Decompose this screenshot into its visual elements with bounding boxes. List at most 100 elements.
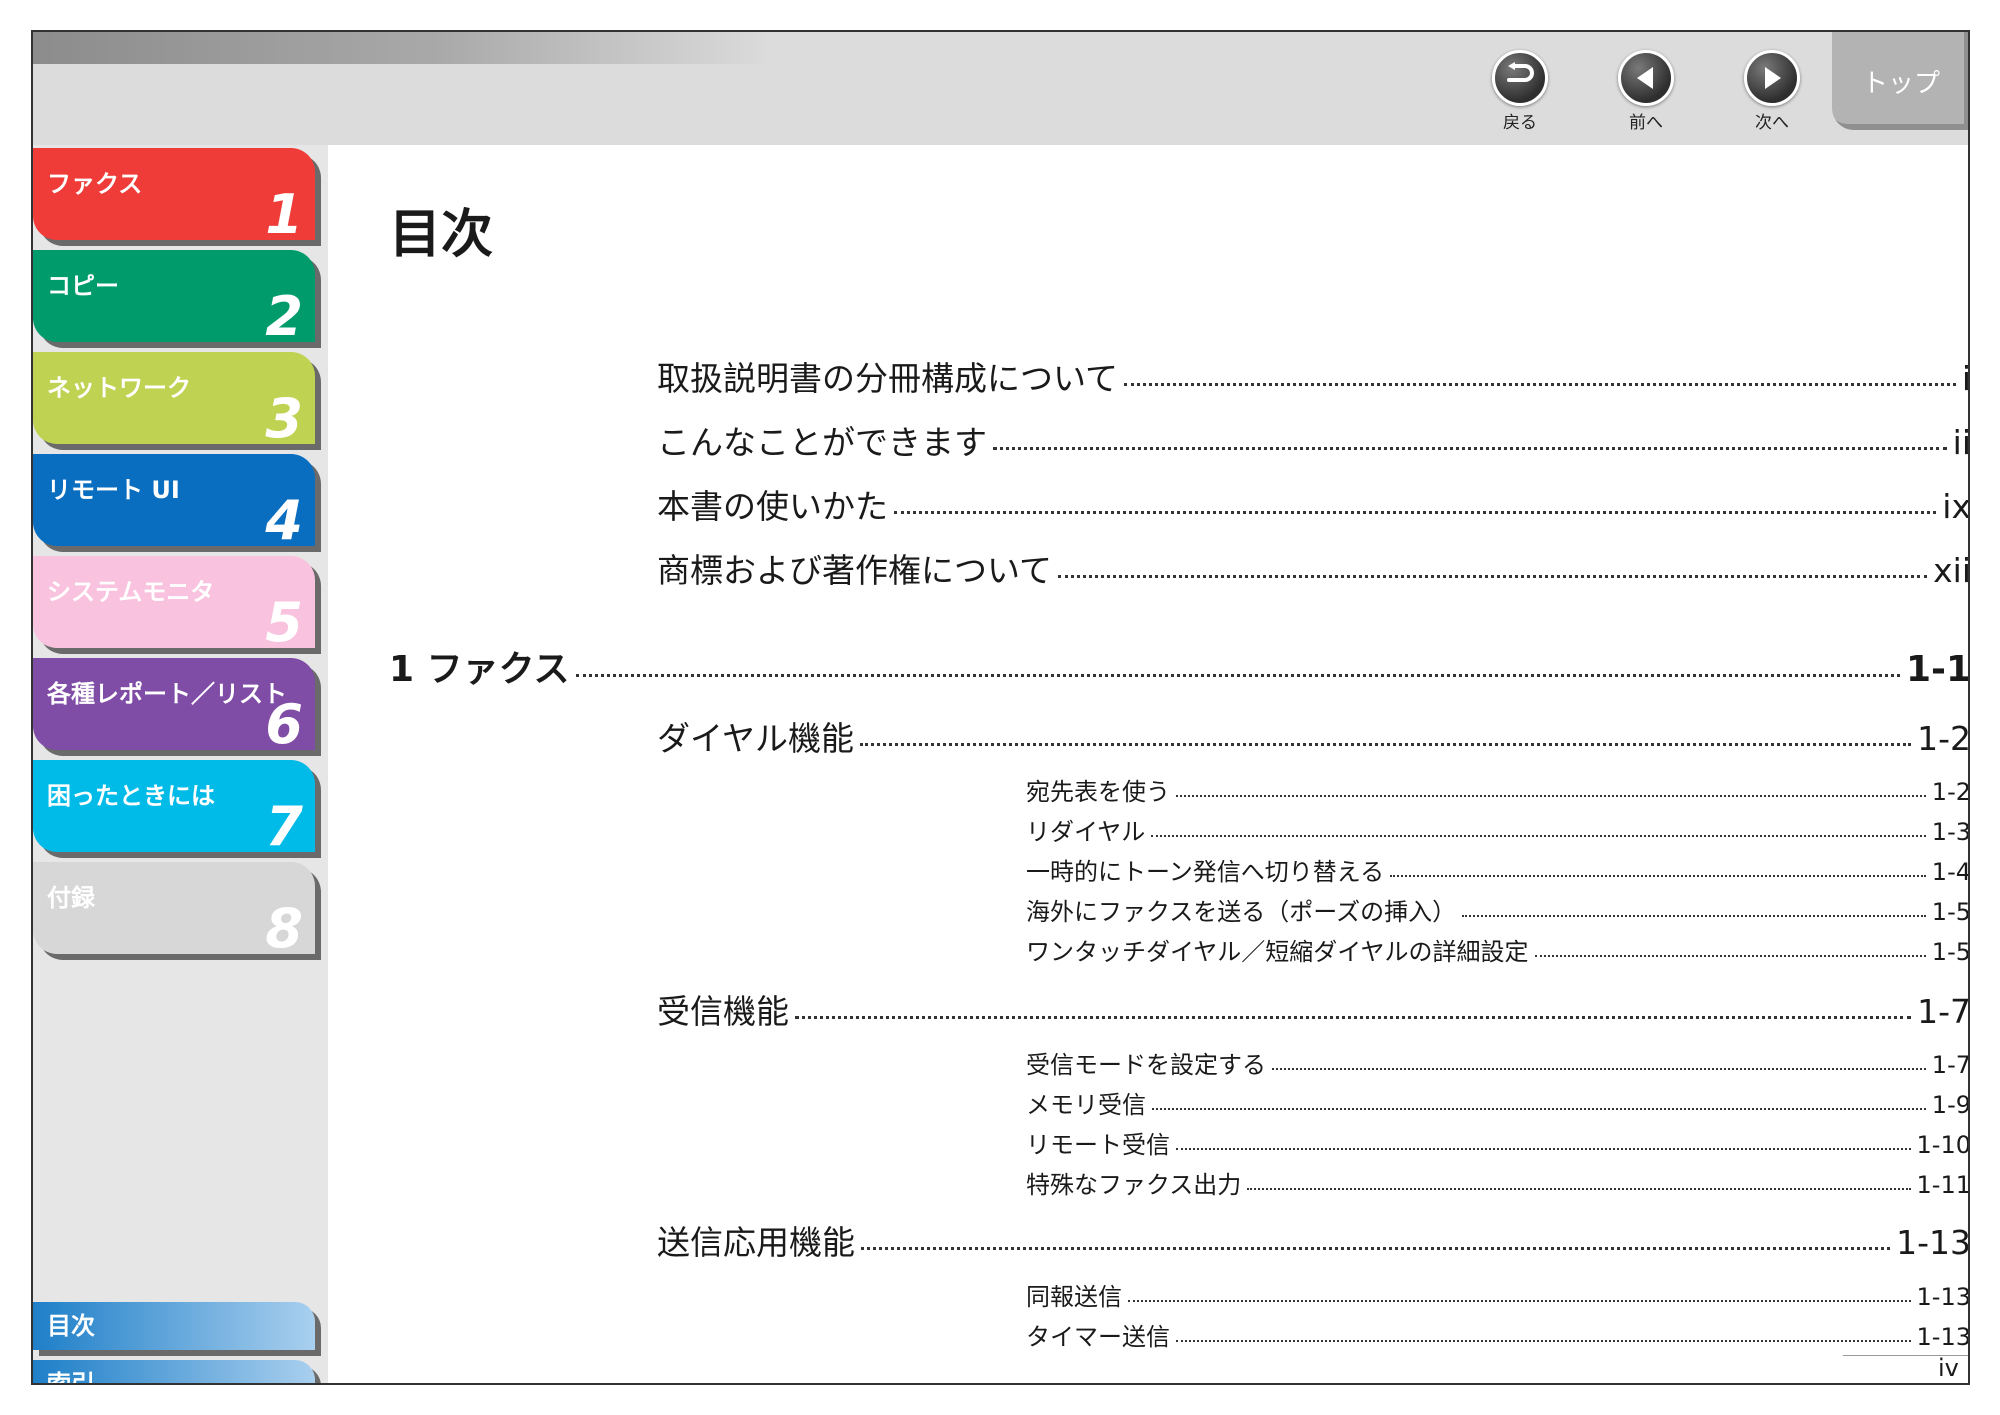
chapter-tab-number: 5 xyxy=(265,591,303,654)
toc-entry-page: 1-5 xyxy=(1931,898,1970,926)
page-title: 目次 xyxy=(389,205,494,265)
chapter-tab-8[interactable]: 付録 8 xyxy=(33,862,315,960)
toc-leader-dots xyxy=(1128,1300,1911,1302)
contents-tab-button[interactable]: 目次 xyxy=(33,1302,315,1350)
toc-leader-dots xyxy=(861,1247,1891,1250)
toc-leader-dots xyxy=(1058,575,1928,578)
toc-leader-dots xyxy=(1176,1148,1911,1150)
chapter-tab-1[interactable]: ファクス 1 xyxy=(33,148,315,246)
toc-entry[interactable]: 一時的にトーン発信へ切り替える 1-4 xyxy=(1026,852,1968,887)
toc-entry-title: ワンタッチダイヤル／短縮ダイヤルの詳細設定 xyxy=(1026,938,1529,966)
toc-leader-dots xyxy=(1534,955,1926,957)
toc-entry-title: 1 ファクス xyxy=(389,649,570,690)
manual-page: 戻る 前へ 次へ トップ ファクス 1 コピー 2 ネットワーク 3 リモート UI 4 システ… xyxy=(31,30,1970,1385)
toc-leader-dots xyxy=(1124,383,1956,386)
toc-entry-page: ix xyxy=(1942,487,1970,526)
toc-entry-title: 本書の使いかた xyxy=(657,487,888,526)
toc-leader-dots xyxy=(993,447,1947,450)
toc-entry-page: 1-13 xyxy=(1896,1223,1970,1262)
toc-entry-page: 1-1 xyxy=(1905,649,1970,690)
toc-entry-page: xii xyxy=(1933,551,1970,590)
prev-button[interactable]: 前へ xyxy=(1606,50,1686,133)
page-number: iv xyxy=(1938,1354,1959,1382)
toc-entry-title: 受信機能 xyxy=(657,992,789,1031)
chapter-tab-number: 6 xyxy=(265,693,303,756)
toc-leader-dots xyxy=(1152,1108,1926,1110)
toc-entry[interactable]: メモリ受信 1-9 xyxy=(1026,1085,1970,1120)
toc-entry[interactable]: 1 ファクス 1-1 xyxy=(389,640,1970,692)
toc-entry-page: ii xyxy=(1952,423,1970,462)
chapter-tab-7[interactable]: 困ったときには 7 xyxy=(33,760,315,858)
toc-entry-page: 1-13 xyxy=(1916,1283,1970,1311)
toc-entry[interactable]: 宛先表を使う 1-2 xyxy=(1026,772,1968,807)
toc-entry[interactable]: タイマー送信 1-13 xyxy=(1026,1317,1970,1352)
return-arrow-icon xyxy=(1492,50,1548,106)
chapter-tab-5[interactable]: システムモニタ 5 xyxy=(33,556,315,654)
toc-entry[interactable]: 本書の使いかた ix xyxy=(657,480,1970,528)
toc-entry-page: 1-7 xyxy=(1917,992,1970,1031)
index-tab-button[interactable]: 索引 xyxy=(33,1360,315,1383)
toc-entry[interactable]: リモート受信 1-10 xyxy=(1026,1125,1970,1160)
toc-leader-dots xyxy=(1176,795,1926,797)
next-button-label: 次へ xyxy=(1755,113,1789,133)
toc-entry[interactable]: ダイヤル機能 1-2 xyxy=(657,712,1970,760)
toc-entry-page: 1-11 xyxy=(1916,1171,1970,1199)
top-tab-button[interactable]: トップ xyxy=(1832,32,1968,130)
toc-entry[interactable]: 海外にファクスを送る（ポーズの挿入） 1-5 xyxy=(1026,892,1970,927)
toc-entry[interactable]: 取扱説明書の分冊構成について i xyxy=(657,352,1968,400)
toc-entry-title: 送信応用機能 xyxy=(657,1223,855,1262)
chapter-tab-2[interactable]: コピー 2 xyxy=(33,250,315,348)
toc-entry[interactable]: 特殊なファクス出力 1-11 xyxy=(1026,1165,1970,1200)
toc-entry-page: 1-9 xyxy=(1931,1091,1970,1119)
toc-entry[interactable]: 同報送信 1-13 xyxy=(1026,1277,1970,1312)
toc-entry[interactable]: 商標および著作権について xii xyxy=(657,544,1970,592)
chapter-tab-4[interactable]: リモート UI 4 xyxy=(33,454,315,552)
toc-entry-page: 1-13 xyxy=(1916,1323,1970,1351)
toc-entry-page: 1-10 xyxy=(1916,1131,1970,1159)
toc-leader-dots xyxy=(860,743,1912,746)
chapter-tab-6[interactable]: 各種レポート／リスト 6 xyxy=(33,658,315,756)
toc-entry-page: i xyxy=(1962,359,1968,398)
toc-entry-title: 受信モードを設定する xyxy=(1026,1051,1266,1079)
left-triangle-icon xyxy=(1618,50,1674,106)
toc-entry[interactable]: 受信機能 1-7 xyxy=(657,985,1970,1033)
chapter-tab-label: ファクス xyxy=(47,170,143,198)
toc-entry-title: リモート受信 xyxy=(1026,1131,1170,1159)
toc-entry[interactable]: リダイヤル 1-3 xyxy=(1026,812,1970,847)
toc-entry[interactable]: 受信モードを設定する 1-7 xyxy=(1026,1045,1970,1080)
toc-entry-title: メモリ受信 xyxy=(1026,1091,1146,1119)
chapter-tab-number: 1 xyxy=(265,183,303,246)
chapter-tab-number: 2 xyxy=(265,285,303,348)
toc-entry-title: 宛先表を使う xyxy=(1026,778,1170,806)
toc-leader-dots xyxy=(1176,1340,1911,1342)
chapter-tab-label: システムモニタ xyxy=(47,578,215,606)
chapter-tab-number: 3 xyxy=(265,387,303,450)
chapter-sidebar: ファクス 1 コピー 2 ネットワーク 3 リモート UI 4 システムモニタ 5 各種レポート／リ… xyxy=(33,145,328,1383)
toolbar-gradient-strip xyxy=(33,32,773,64)
chapter-tab-label: 付録 xyxy=(47,884,95,912)
toc-entry[interactable]: 送信応用機能 1-13 xyxy=(657,1216,1970,1264)
chapter-tab-label: ネットワーク xyxy=(47,374,191,402)
toc-entry-page: 1-3 xyxy=(1931,818,1970,846)
top-toolbar: 戻る 前へ 次へ トップ xyxy=(33,32,1968,145)
toc-entry-title: 同報送信 xyxy=(1026,1283,1122,1311)
toc-entry-page: 1-7 xyxy=(1931,1051,1970,1079)
toc-entry-title: 商標および著作権について xyxy=(657,551,1053,590)
toc-entry-page: 1-2 xyxy=(1917,719,1970,758)
toc-entry[interactable]: こんなことができます ii xyxy=(657,416,1970,464)
toc-entry-title: 取扱説明書の分冊構成について xyxy=(657,359,1119,398)
chapter-tab-label: 各種レポート／リスト xyxy=(47,680,287,708)
toc-entry-title: ダイヤル機能 xyxy=(657,719,855,758)
toc-leader-dots xyxy=(1462,915,1926,917)
back-button[interactable]: 戻る xyxy=(1480,50,1560,133)
next-button[interactable]: 次へ xyxy=(1732,50,1812,133)
toc-leader-dots xyxy=(894,511,1937,514)
toc-entry-title: 特殊なファクス出力 xyxy=(1026,1171,1242,1199)
toc-entry-title: リダイヤル xyxy=(1026,818,1146,846)
toc-entry[interactable]: ワンタッチダイヤル／短縮ダイヤルの詳細設定 1-5 xyxy=(1026,932,1968,967)
chapter-tab-3[interactable]: ネットワーク 3 xyxy=(33,352,315,450)
toc-leader-dots xyxy=(1272,1068,1926,1070)
toc-leader-dots xyxy=(795,1016,1912,1019)
toc-entry-title: タイマー送信 xyxy=(1026,1323,1170,1351)
toc-entry-title: 一時的にトーン発信へ切り替える xyxy=(1026,858,1385,886)
